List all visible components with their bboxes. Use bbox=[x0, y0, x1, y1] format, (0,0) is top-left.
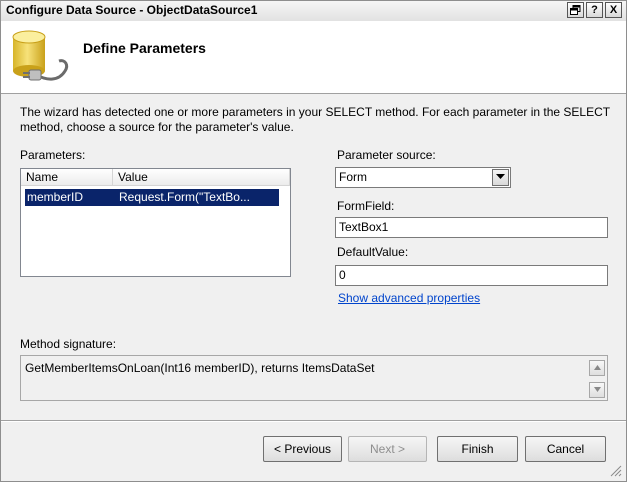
database-plug-icon bbox=[12, 30, 69, 81]
dropdown-arrow-button[interactable] bbox=[492, 169, 509, 186]
scroll-down-button[interactable] bbox=[589, 382, 605, 398]
defaultvalue-input[interactable]: 0 bbox=[335, 265, 608, 286]
description-line-2: method, choose a source for the paramete… bbox=[20, 120, 294, 134]
chevron-up-icon bbox=[593, 365, 601, 370]
title-bar: Configure Data Source - ObjectDataSource… bbox=[1, 1, 626, 22]
parameter-value-cell: Request.Form("TextBo... bbox=[119, 190, 250, 204]
wizard-header: Define Parameters bbox=[1, 21, 626, 94]
defaultvalue-label: DefaultValue: bbox=[337, 245, 409, 259]
method-signature-label: Method signature: bbox=[20, 337, 117, 351]
next-button[interactable]: Next > bbox=[348, 436, 427, 462]
parameter-source-dropdown[interactable]: Form bbox=[335, 167, 511, 188]
scroll-up-button[interactable] bbox=[589, 360, 605, 376]
parameters-list[interactable]: Name Value memberID Request.Form("TextBo… bbox=[20, 168, 291, 277]
method-signature-text: GetMemberItemsOnLoan(Int16 memberID), re… bbox=[25, 361, 375, 375]
column-header-value[interactable]: Value bbox=[113, 169, 290, 186]
restore-icon bbox=[570, 5, 581, 15]
parameters-label: Parameters: bbox=[20, 148, 86, 162]
parameter-source-label: Parameter source: bbox=[337, 148, 436, 162]
chevron-down-icon bbox=[593, 387, 601, 392]
footer-divider bbox=[1, 420, 626, 422]
method-signature-box: GetMemberItemsOnLoan(Int16 memberID), re… bbox=[20, 355, 608, 401]
configure-data-source-dialog: Configure Data Source - ObjectDataSource… bbox=[0, 0, 627, 482]
finish-button[interactable]: Finish bbox=[437, 436, 518, 462]
close-button[interactable]: X bbox=[605, 2, 622, 18]
show-advanced-properties-link[interactable]: Show advanced properties bbox=[338, 291, 480, 305]
chevron-down-icon bbox=[496, 174, 505, 179]
parameter-name-cell: memberID bbox=[27, 190, 84, 204]
help-button[interactable]: ? bbox=[586, 2, 603, 18]
formfield-input[interactable]: TextBox1 bbox=[335, 217, 608, 238]
table-row[interactable]: memberID Request.Form("TextBo... bbox=[25, 189, 279, 206]
cancel-button[interactable]: Cancel bbox=[525, 436, 606, 462]
resize-grip-icon[interactable] bbox=[608, 463, 622, 477]
restore-button[interactable] bbox=[567, 2, 584, 18]
parameter-source-value: Form bbox=[339, 170, 367, 184]
previous-button[interactable]: < Previous bbox=[263, 436, 342, 462]
column-header-name[interactable]: Name bbox=[21, 169, 113, 186]
page-title: Define Parameters bbox=[83, 40, 206, 56]
window-title: Configure Data Source - ObjectDataSource… bbox=[6, 3, 258, 17]
formfield-label: FormField: bbox=[337, 199, 395, 213]
description-line-1: The wizard has detected one or more para… bbox=[20, 105, 611, 119]
